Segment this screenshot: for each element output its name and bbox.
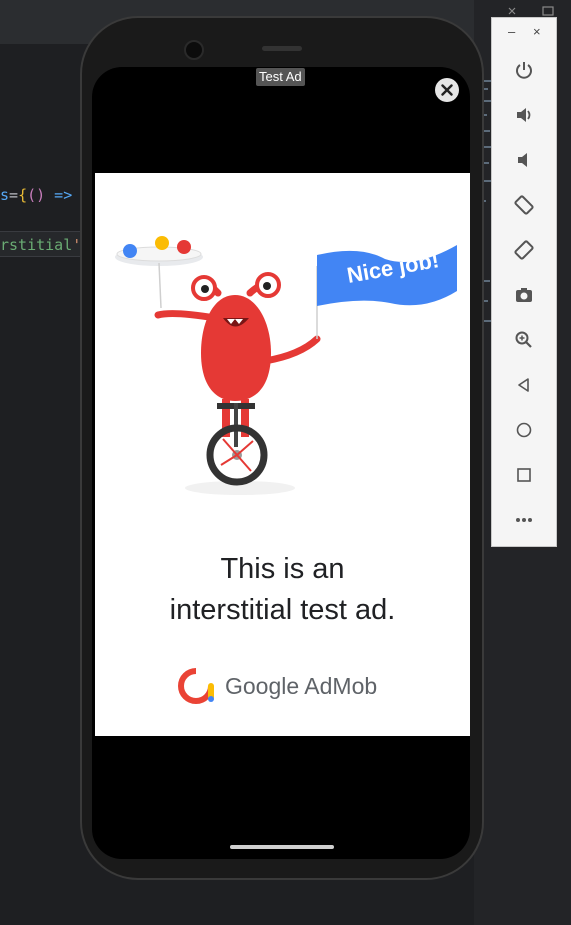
close-button[interactable]: × bbox=[533, 24, 541, 39]
back-icon bbox=[518, 378, 529, 392]
front-camera-icon bbox=[184, 40, 204, 60]
code-line[interactable]: s={() => bbox=[0, 186, 72, 204]
ad-creative[interactable]: Nice job! This is an interstitial test a… bbox=[95, 173, 470, 736]
volume-down-button[interactable] bbox=[510, 146, 538, 174]
admob-brand-text: Google AdMob bbox=[225, 672, 378, 699]
home-button[interactable] bbox=[510, 416, 538, 444]
code-token: { bbox=[18, 186, 28, 204]
ad-headline-line: interstitial test ad. bbox=[169, 594, 396, 626]
screenshot-button[interactable] bbox=[510, 281, 538, 309]
monster-illustration bbox=[115, 236, 457, 495]
code-token: rstitial bbox=[0, 236, 73, 254]
code-token: => bbox=[45, 186, 73, 204]
overview-button[interactable] bbox=[510, 461, 538, 489]
close-icon bbox=[441, 84, 453, 96]
zoom-button[interactable] bbox=[510, 326, 538, 354]
minimize-button[interactable]: – bbox=[508, 24, 515, 39]
code-token: = bbox=[9, 186, 19, 204]
rotate-right-icon bbox=[514, 240, 534, 260]
rotate-right-button[interactable] bbox=[510, 236, 538, 264]
volume-down-icon bbox=[518, 153, 527, 167]
power-icon bbox=[516, 62, 532, 79]
zoom-icon bbox=[515, 331, 532, 348]
test-ad-label: Test Ad bbox=[256, 68, 305, 86]
rotate-left-button[interactable] bbox=[510, 191, 538, 219]
gesture-home-bar[interactable] bbox=[230, 845, 334, 849]
volume-up-icon bbox=[517, 108, 531, 122]
emulator-toolbar: – × bbox=[491, 17, 557, 547]
home-icon bbox=[516, 422, 532, 438]
more-icon bbox=[516, 518, 532, 522]
admob-brand: Google AdMob bbox=[178, 668, 377, 704]
camera-icon bbox=[516, 288, 532, 302]
overview-icon bbox=[517, 468, 531, 482]
code-line-highlighted[interactable]: rstitial' bbox=[0, 231, 85, 257]
close-ad-button[interactable] bbox=[435, 78, 459, 102]
rotate-left-icon bbox=[514, 195, 534, 215]
more-button[interactable] bbox=[510, 506, 538, 534]
speaker-grille bbox=[262, 46, 302, 51]
back-button[interactable] bbox=[510, 371, 538, 399]
admob-logo-icon bbox=[178, 668, 214, 704]
code-token: () bbox=[27, 186, 46, 204]
emulator-titlebar: – × bbox=[492, 18, 556, 52]
volume-up-button[interactable] bbox=[510, 101, 538, 129]
power-button[interactable] bbox=[510, 56, 538, 84]
ad-headline: This is an interstitial test ad. bbox=[95, 549, 470, 631]
ad-headline-line: This is an bbox=[220, 553, 345, 585]
code-token: s bbox=[0, 186, 10, 204]
window-controls-icon bbox=[508, 6, 554, 16]
